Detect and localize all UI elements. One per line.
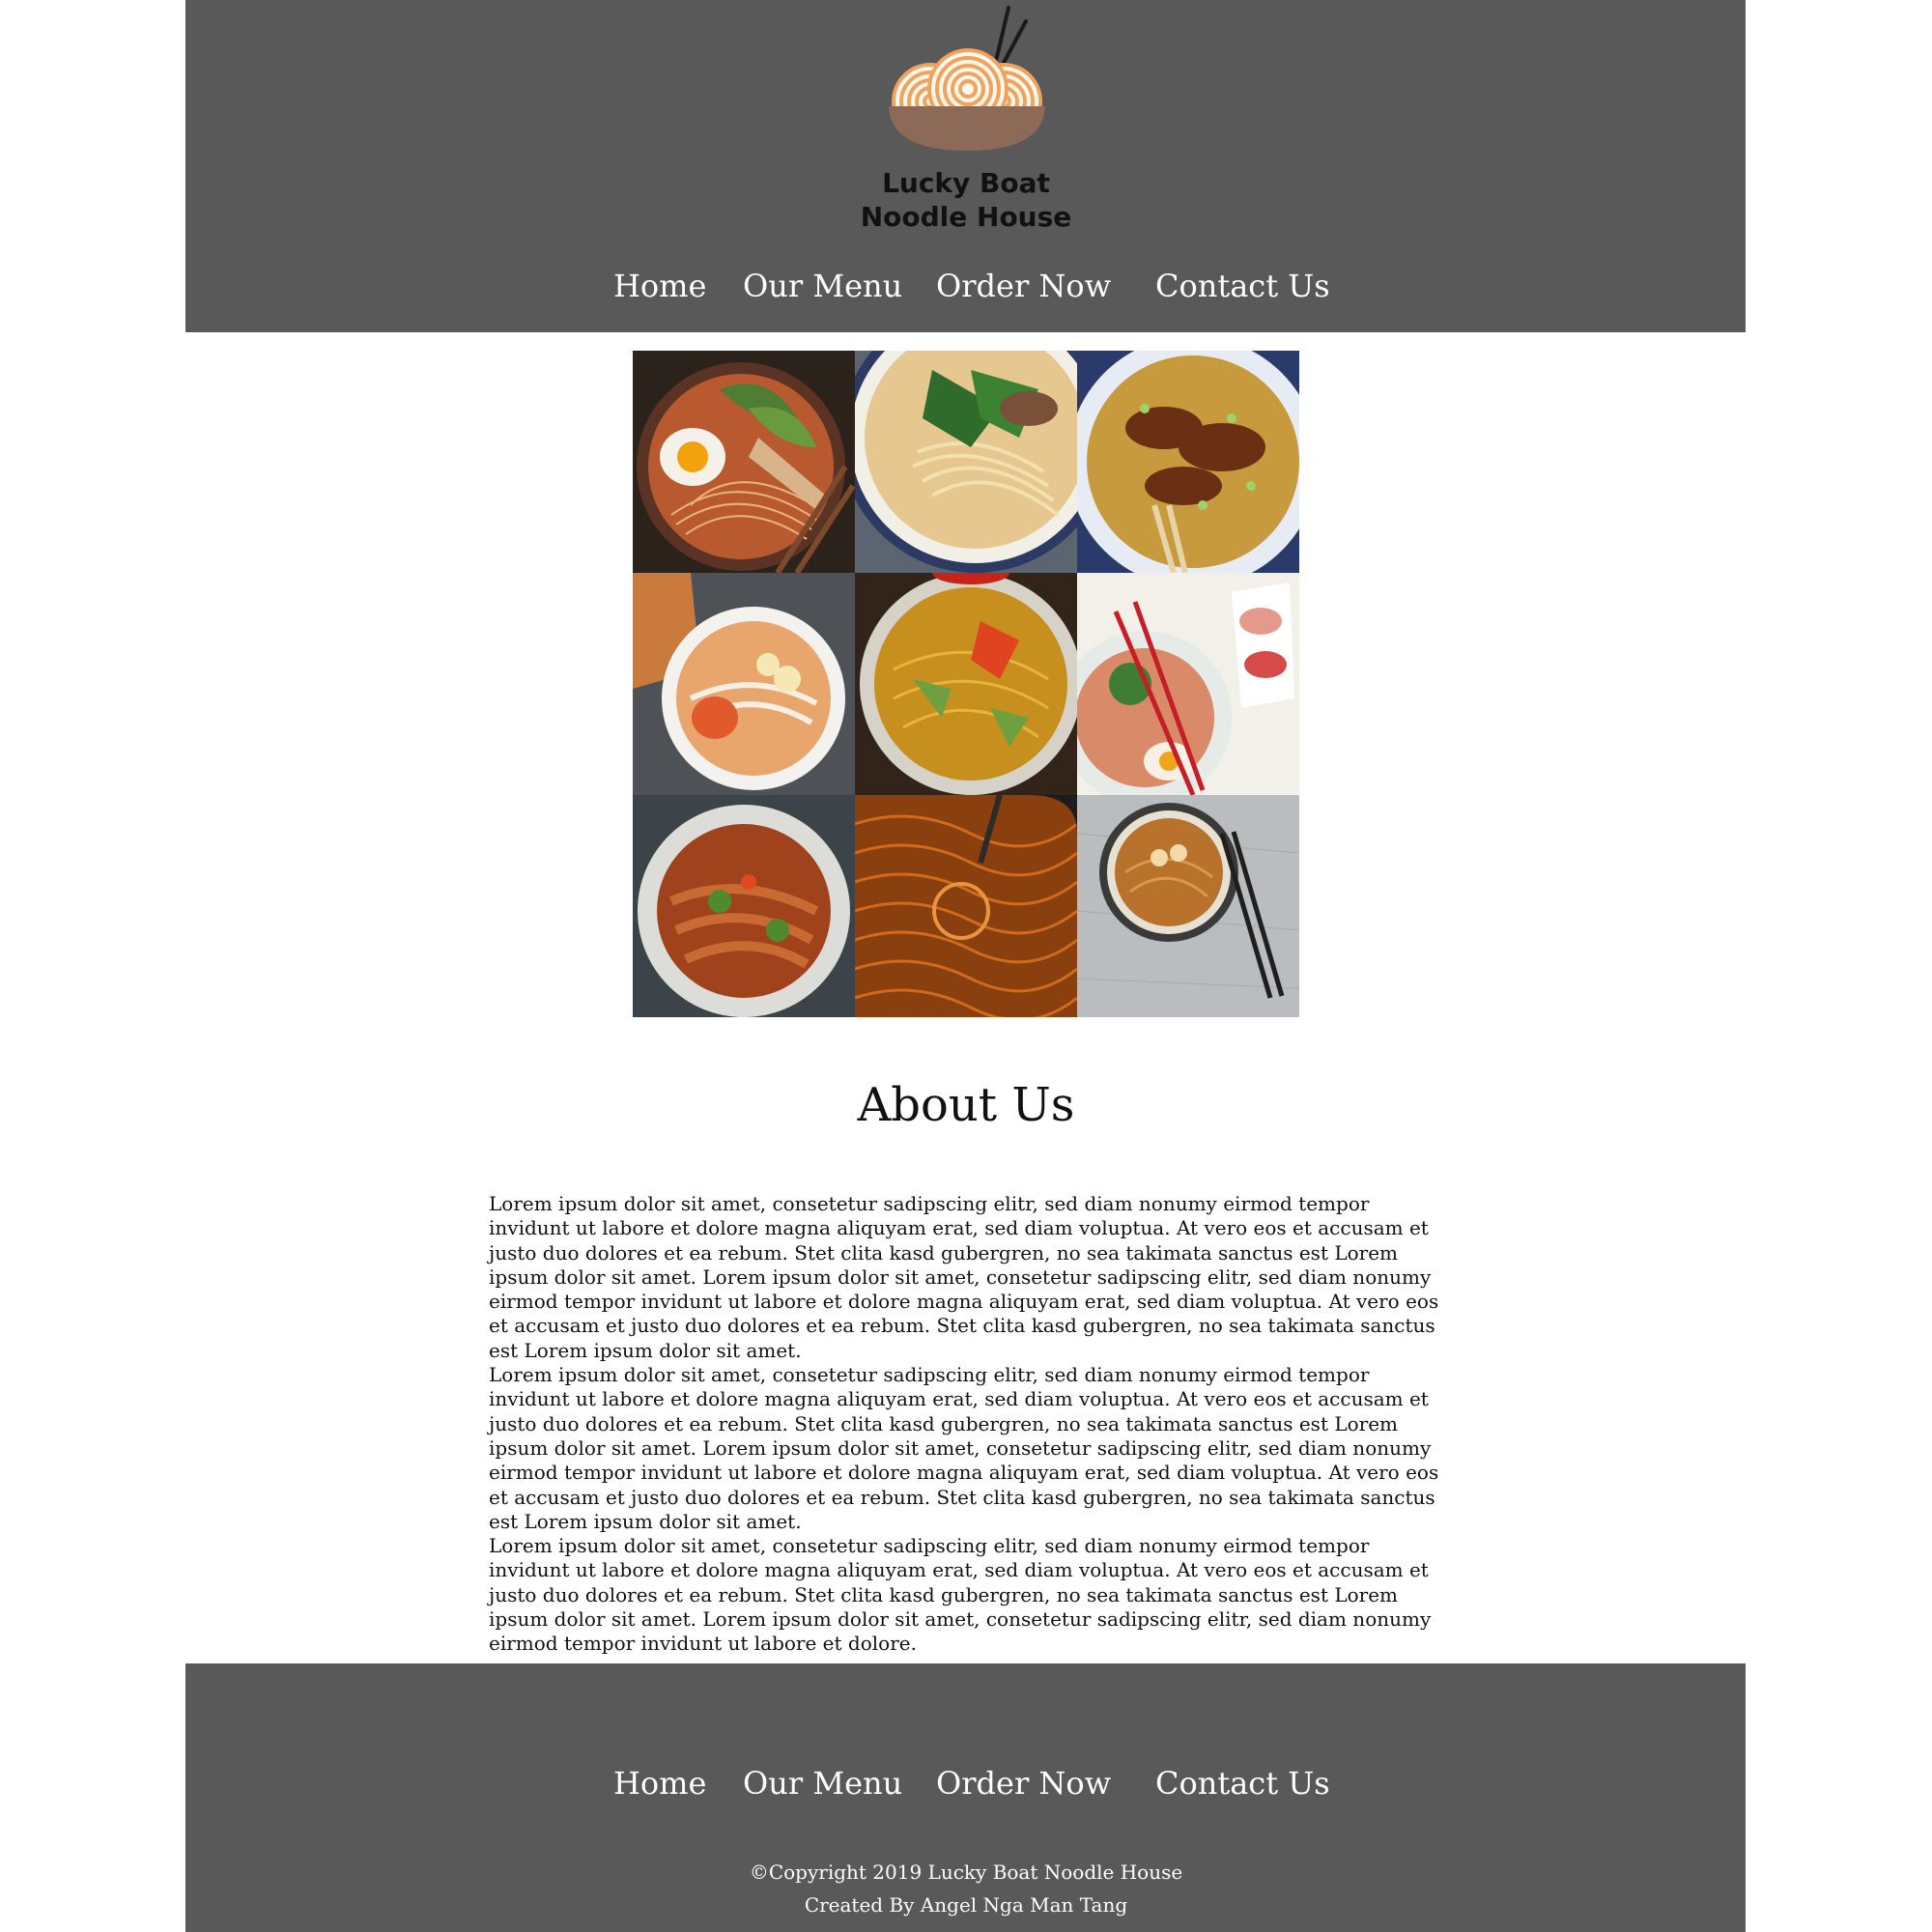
wide-noodle-stir-fry-photo <box>633 795 855 1017</box>
noodle-bowl-icon[interactable] <box>885 6 1049 153</box>
brand-line-1: Lucky Boat <box>882 167 1050 199</box>
nav-contact-us-link[interactable]: Contact Us <box>1155 263 1330 309</box>
credit-text: Created By Angel Nga Man Tang <box>804 1893 1128 1917</box>
nav-home-link[interactable]: Home <box>613 263 706 309</box>
noodle-soup-cilantro-photo <box>855 351 1077 573</box>
footer-order-now-link[interactable]: Order Now <box>936 1760 1111 1806</box>
nav-order-now-link[interactable]: Order Now <box>936 263 1111 309</box>
footer-our-menu-link[interactable]: Our Menu <box>743 1760 902 1806</box>
brand-line-2: Noodle House <box>860 201 1072 233</box>
stir-fried-noodles-photo <box>855 573 1077 795</box>
ramen-egg-bokchoy-photo <box>633 351 855 573</box>
about-paragraph-2: Lorem ipsum dolor sit amet, consetetur s… <box>489 1363 1439 1533</box>
noodle-photo-gallery <box>633 351 1299 1017</box>
header-nav: Home Our Menu Order Now Contact Us <box>0 263 1932 309</box>
instant-noodle-bowl-photo <box>1077 795 1299 1017</box>
about-us-text: Lorem ipsum dolor sit amet, consetetur s… <box>489 1192 1445 1657</box>
crispy-fried-noodles-photo <box>1077 351 1299 573</box>
nav-our-menu-link[interactable]: Our Menu <box>743 263 902 309</box>
rice-noodle-soup-photo <box>633 573 855 795</box>
spaghetti-noodles-pan-photo <box>855 795 1077 1017</box>
footer-copyright: ©Copyright 2019 Lucky Boat Noodle House … <box>0 1856 1932 1921</box>
about-paragraph-3: Lorem ipsum dolor sit amet, consetetur s… <box>489 1534 1432 1656</box>
about-paragraph-1: Lorem ipsum dolor sit amet, consetetur s… <box>489 1192 1439 1362</box>
ramen-chopsticks-sashimi-photo <box>1077 573 1299 795</box>
footer-nav: Home Our Menu Order Now Contact Us <box>0 1760 1932 1806</box>
about-us-heading: About Us <box>857 1078 1075 1132</box>
page: Lucky Boat Noodle House Home Our Menu Or… <box>0 0 1932 1932</box>
brand-name: Lucky Boat Noodle House <box>773 166 1159 234</box>
footer-home-link[interactable]: Home <box>613 1760 706 1806</box>
footer-contact-us-link[interactable]: Contact Us <box>1155 1760 1330 1806</box>
copyright-text: ©Copyright 2019 Lucky Boat Noodle House <box>749 1861 1183 1884</box>
